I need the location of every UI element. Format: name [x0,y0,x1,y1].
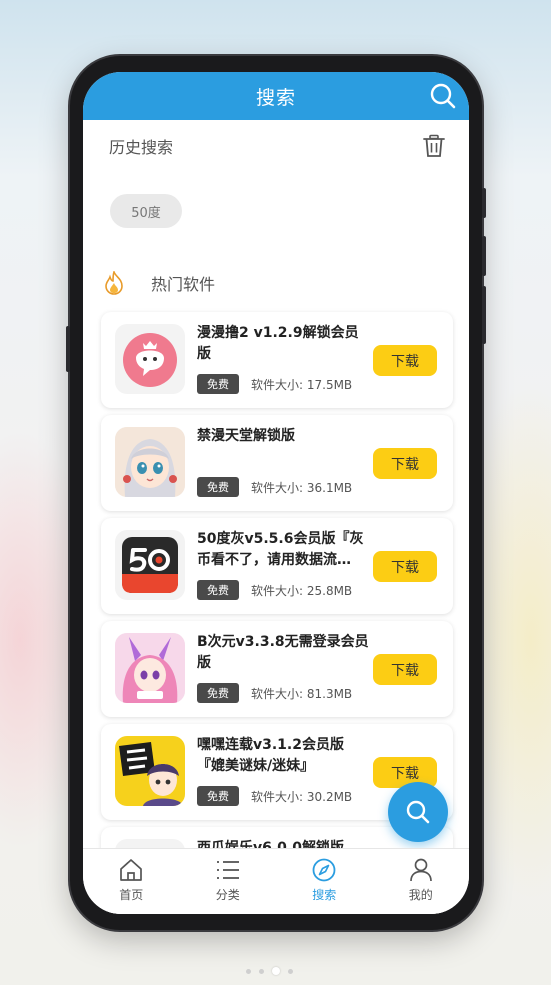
search-icon [406,800,430,824]
tab-home[interactable]: 首页 [83,849,180,914]
hot-header: 热门软件 [103,270,215,296]
flame-icon [105,271,123,295]
download-button[interactable]: 下载 [373,448,437,479]
history-chip[interactable]: 50度 [110,194,182,228]
user-icon [409,858,432,882]
bottom-tab-bar: 首页 分类 搜索 我的 [83,848,469,914]
app-name: 嘿嘿连载v3.1.2会员版『媲美谜妹/迷妹』 [197,737,344,774]
app-size: 软件大小: 17.5MB [251,378,353,392]
fifty-app-icon [115,530,185,600]
floating-search-button[interactable] [388,782,448,842]
app-card[interactable]: 漫漫撸2 v1.2.9解锁会员版 免费 软件大小: 17.5MB 下载 [101,312,453,408]
app-name: B次元v3.3.8无需登录会员版 [197,634,369,671]
download-button[interactable]: 下载 [373,654,437,685]
app-name: 50度灰v5.5.6会员版『灰币看不了，请用数据流… [197,531,364,568]
app-name: 禁漫天堂解锁版 [197,428,295,444]
bunny-girl-app-icon [115,633,185,703]
side-button-middle [482,236,486,276]
page-dot [259,968,264,974]
side-button-top [482,188,486,218]
free-badge: 免费 [197,580,239,600]
app-size: 软件大小: 36.1MB [251,481,353,495]
page-indicator [246,967,293,975]
comic-app-icon [115,736,185,806]
app-screen: 搜索 历史搜索 50度 热门软件 漫漫撸2 v1.2.9解锁会员版 免费 软件大… [83,72,469,914]
app-card[interactable]: B次元v3.3.8无需登录会员版 免费 软件大小: 81.3MB 下载 [101,621,453,717]
free-badge: 免费 [197,683,239,703]
app-card[interactable]: 禁漫天堂解锁版 免费 软件大小: 36.1MB 下载 [101,415,453,511]
tab-label: 分类 [215,888,240,902]
top-bar: 搜索 [83,72,469,120]
tab-profile[interactable]: 我的 [373,849,470,914]
page-title: 搜索 [255,86,296,109]
search-icon[interactable] [429,82,457,110]
hot-label: 热门软件 [151,275,216,294]
app-name: 漫漫撸2 v1.2.9解锁会员版 [197,325,359,362]
list-icon [216,861,239,879]
free-badge: 免费 [197,786,239,806]
page-dot [246,968,251,974]
volume-button [66,326,70,372]
history-label: 历史搜索 [109,138,174,157]
free-badge: 免费 [197,477,239,497]
app-size: 软件大小: 30.2MB [251,790,353,804]
tab-label: 搜索 [312,888,337,902]
history-header: 历史搜索 [109,134,445,158]
phone-frame: 搜索 历史搜索 50度 热门软件 漫漫撸2 v1.2.9解锁会员版 免费 软件大… [66,56,486,930]
tab-label: 首页 [119,888,144,902]
pink-ghost-app-icon [115,324,185,394]
home-icon [120,859,143,881]
tab-category[interactable]: 分类 [180,849,277,914]
tab-label: 我的 [408,888,433,902]
download-button[interactable]: 下载 [373,551,437,582]
tab-search[interactable]: 搜索 [276,849,373,914]
free-badge: 免费 [197,374,239,394]
page-dot [288,968,293,974]
power-button [482,286,486,344]
page-dot-active [272,967,280,975]
compass-icon [312,858,336,882]
app-card[interactable]: 50度灰v5.5.6会员版『灰币看不了，请用数据流… 免费 软件大小: 25.8… [101,518,453,614]
download-button[interactable]: 下载 [373,345,437,376]
app-size: 软件大小: 81.3MB [251,687,353,701]
trash-icon[interactable] [423,134,445,158]
anime-girl-app-icon [115,427,185,497]
app-size: 软件大小: 25.8MB [251,584,353,598]
